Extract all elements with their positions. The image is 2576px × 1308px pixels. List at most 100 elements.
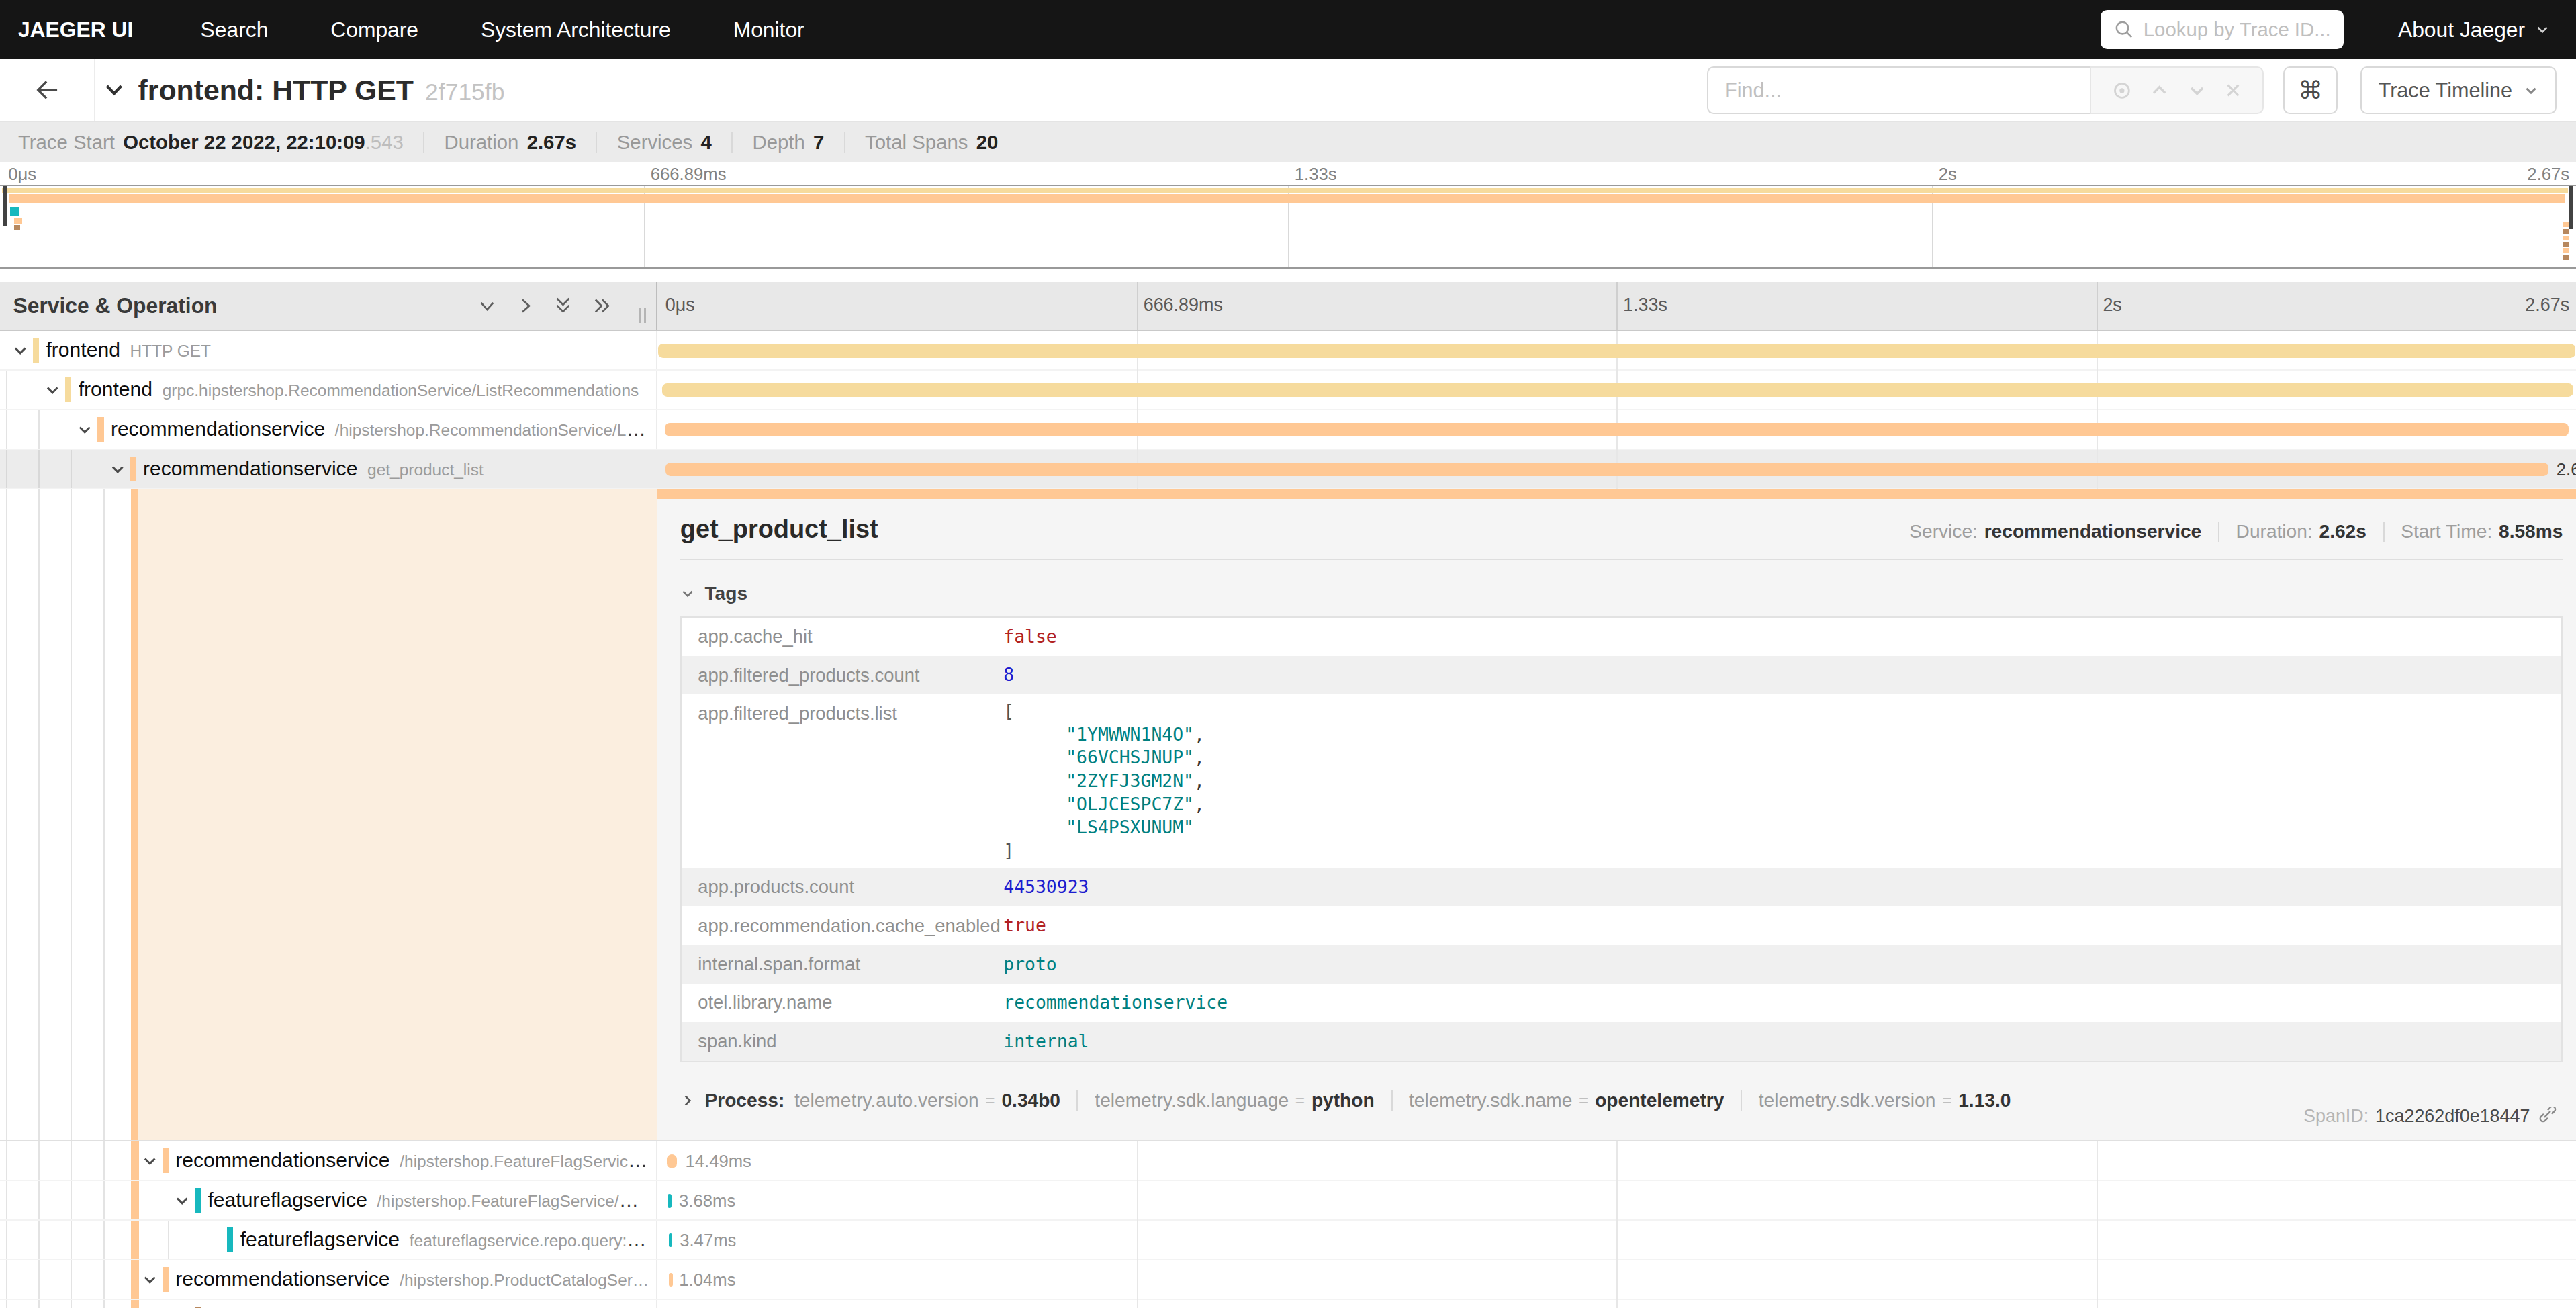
next-match-icon[interactable] [2187,81,2207,100]
nav-item-monitor[interactable]: Monitor [702,0,835,59]
span-name-cell[interactable]: recommendationservice/hipstershop.Produc… [0,1260,657,1299]
span-row: frontendHTTP GET [0,331,2576,371]
service-name: recommendationservice [175,1268,389,1290]
command-icon: ⌘ [2298,76,2323,105]
span-bar[interactable] [667,1154,677,1168]
tags-section-toggle[interactable]: Tags [680,583,2563,604]
trace-header: frontend: HTTP GET2f715fb Find... ⌘ Trac… [0,59,2576,122]
tag-row: app.products.count44530923 [682,868,2562,906]
tag-row: app.filtered_products.count8 [682,656,2562,694]
span-detail-panel: get_product_listService:recommendationse… [657,489,2576,1140]
minimap-span-mark [10,207,19,217]
span-name-cell[interactable]: recommendationserviceget_product_list [0,450,657,488]
chevron-down-icon [44,382,60,398]
trace-minimap[interactable] [0,185,2576,269]
indent-guide [38,1141,40,1180]
nav-item-compare[interactable]: Compare [300,0,450,59]
minimap-span-mark [2563,236,2570,240]
span-expand-chevron[interactable] [142,1153,158,1169]
indent-guide [38,1260,40,1299]
span-row: recommendationserviceget_product_list2.6… [0,450,2576,489]
trace-lookup-input[interactable]: Lookup by Trace ID... [2101,10,2344,50]
span-name-cell[interactable]: featureflagservicefeatureflagservice.rep… [0,1221,657,1259]
span-bar[interactable] [658,344,2575,358]
span-duration-label: 14.49ms [685,1141,751,1180]
minimap-right-scrubber[interactable] [2569,186,2573,229]
focus-match-icon[interactable] [2111,80,2133,101]
span-name-cell[interactable]: recommendationservice/hipstershop.Featur… [0,1141,657,1180]
keyboard-shortcuts-button[interactable]: ⌘ [2283,66,2338,114]
summary-item: Trace StartOctober 22 2022, 22:10:09.543 [18,132,423,153]
indent-guide [71,1300,72,1308]
span-expand-chevron[interactable] [77,422,93,438]
span-bar[interactable] [665,423,2569,437]
minimap-span-mark [2,188,2568,193]
clear-find-icon[interactable] [2224,81,2242,99]
service-color-swatch [195,1188,201,1213]
tick-label: 1.33s [1295,165,1337,184]
timeline-header-gridline [1137,282,1138,330]
span-expand-chevron[interactable] [12,342,28,359]
minimap-gap [0,269,2576,282]
trace-view-selector[interactable]: Trace Timeline [2360,66,2556,114]
span-row: recommendationservice/hipstershop.Featur… [0,1141,2576,1181]
span-detail-left-gutter [0,489,657,1140]
span-expand-chevron[interactable] [44,382,60,398]
span-expand-chevron[interactable] [109,461,126,477]
span-expand-chevron[interactable] [142,1272,158,1288]
collapse-all-icon[interactable] [554,295,572,316]
timeline-ticks: 0μs666.89ms1.33s2s2.67s [657,282,2576,330]
span-bar[interactable] [665,463,2548,477]
chevron-down-icon [142,1153,158,1169]
nav-item-system-architecture[interactable]: System Architecture [450,0,702,59]
service-color-swatch [163,1267,169,1292]
collapse-trace-chevron[interactable] [103,79,125,101]
span-name-cell[interactable]: frontendHTTP GET [0,331,657,369]
tick-label: 0μs [8,165,36,184]
app-brand[interactable]: JAEGER UI [0,17,133,42]
span-name-cell[interactable]: frontendgrpc.hipstershop.RecommendationS… [0,371,657,409]
indent-guide [71,1141,72,1180]
minimap-span-mark [2563,242,2570,246]
trace-view-label: Trace Timeline [2379,79,2512,102]
span-bar[interactable] [669,1273,672,1287]
prev-match-icon[interactable] [2150,81,2169,100]
span-timeline-cell: 3.47ms [657,1221,2576,1259]
span-row: productcatalogservice [0,1300,2576,1308]
back-button[interactable] [0,59,95,121]
service-name: recommendationservice [175,1149,389,1171]
chevron-down-icon [174,1193,190,1209]
service-color-swatch [65,377,71,402]
copy-link-icon[interactable] [2536,1107,2556,1126]
span-name-cell[interactable]: productcatalogservice [0,1300,657,1308]
about-jaeger-menu[interactable]: About Jaeger [2398,17,2550,42]
chevron-down-icon [12,342,28,359]
span-bar[interactable] [662,383,2573,398]
process-section-toggle[interactable]: Process:telemetry.auto.version=0.34b0tel… [680,1090,2563,1111]
tick-label: 2s [2103,295,2121,316]
indent-guide [71,1181,72,1219]
nav-item-search[interactable]: Search [169,0,300,59]
summary-item: Total Spans20 [844,132,1018,153]
indent-guide [71,450,72,488]
minimap-span-mark [2563,255,2570,260]
span-expand-chevron[interactable] [174,1193,190,1209]
expand-one-icon[interactable] [516,297,535,315]
span-name-cell[interactable]: recommendationservice/hipstershop.Recomm… [0,410,657,449]
collapse-one-icon[interactable] [478,297,496,315]
minimap-ticks: 0μs666.89ms1.33s2s2.67s [0,162,2576,185]
find-input[interactable]: Find... [1707,66,2090,114]
indent-guide-active [131,1141,138,1180]
indent-guide [103,1181,104,1219]
span-bar[interactable] [669,1233,672,1248]
trace-id-short: 2f715fb [425,79,504,105]
expand-all-icon[interactable] [592,297,613,315]
indent-guide-active [131,1181,138,1219]
column-resize-grip[interactable] [639,308,646,323]
service-name: frontend [79,378,152,400]
span-name-cell[interactable]: featureflagservice/hipstershop.FeatureFl… [0,1181,657,1219]
tag-row: otel.library.namerecommendationservice [682,984,2562,1022]
minimap-left-scrubber[interactable] [3,186,7,226]
span-bar[interactable] [668,1194,671,1208]
tick-label: 0μs [665,295,695,316]
